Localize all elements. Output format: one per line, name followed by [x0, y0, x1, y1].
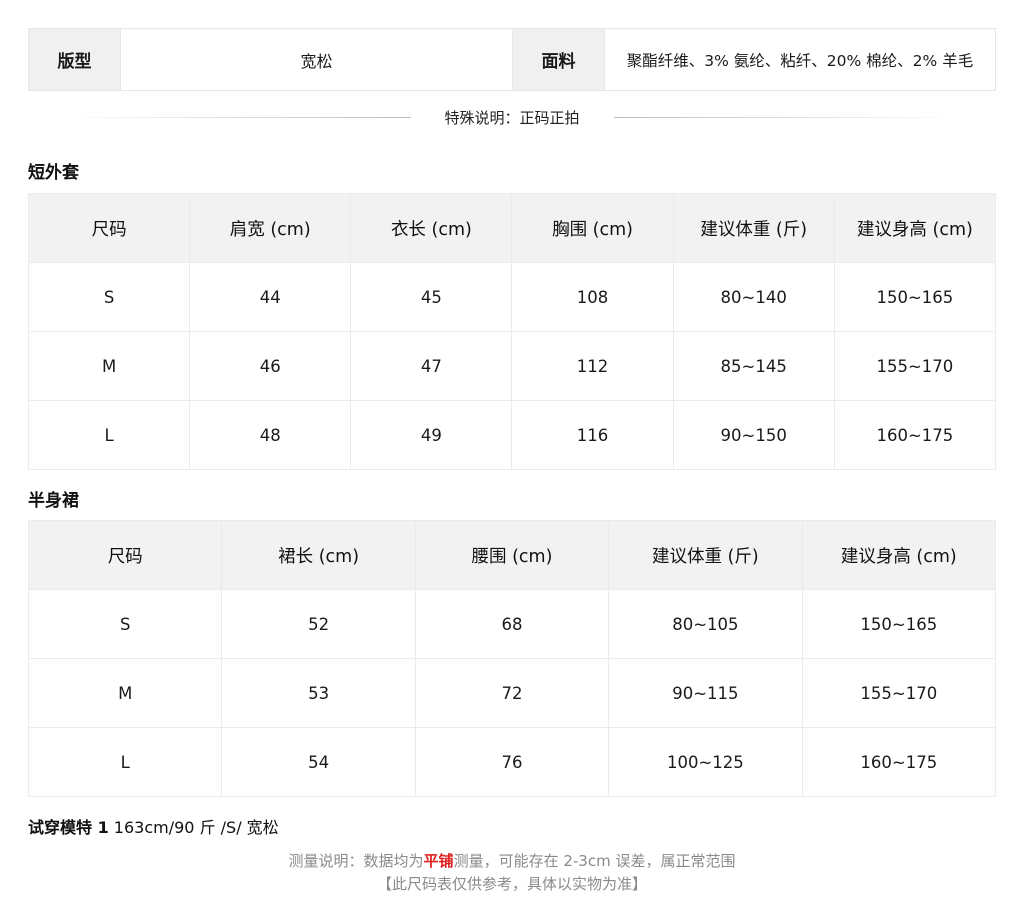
- style-label: 版型: [29, 29, 120, 90]
- note-highlight: 平铺: [423, 852, 454, 870]
- table-cell: 150~165: [833, 262, 997, 332]
- table-cell: 76: [414, 727, 610, 797]
- table-row: S 44 45 108 80~140 150~165: [27, 262, 997, 332]
- table-cell: L: [27, 400, 191, 470]
- table-cell: 160~175: [801, 727, 997, 797]
- column-header: 尺码: [27, 520, 223, 590]
- column-header: 胸围 (cm): [511, 193, 674, 263]
- skirt-size-table: 尺码 裙长 (cm) 腰围 (cm) 建议体重 (斤) 建议身高 (cm) S …: [27, 520, 997, 797]
- table-cell: S: [27, 589, 223, 659]
- measurement-note-line1: 测量说明：数据均为平铺测量，可能存在 2-3cm 误差，属正常范围: [0, 850, 1024, 873]
- table-cell: 150~165: [801, 589, 997, 659]
- model-value: 163cm/90 斤 /S/ 宽松: [108, 818, 279, 837]
- table-cell: M: [27, 658, 223, 728]
- table-cell: 49: [350, 400, 513, 470]
- fabric-label: 面料: [512, 29, 604, 90]
- table-header-row: 尺码 肩宽 (cm) 衣长 (cm) 胸围 (cm) 建议体重 (斤) 建议身高…: [27, 193, 997, 263]
- table-cell: 80~105: [608, 589, 803, 659]
- table-row: L 54 76 100~125 160~175: [27, 727, 997, 797]
- style-value: 宽松: [120, 29, 512, 90]
- spec-table: 版型 宽松 面料 聚酯纤维、3% 氨纶、粘纤、20% 棉纶、2% 羊毛: [28, 28, 996, 91]
- table-cell: 52: [221, 589, 416, 659]
- table-cell: 80~140: [672, 262, 835, 332]
- note-suffix: 测量，可能存在 2-3cm 误差，属正常范围: [453, 852, 736, 870]
- model-label: 试穿模特 1: [28, 818, 109, 837]
- table-cell: 46: [189, 331, 352, 401]
- table-cell: 44: [189, 262, 352, 332]
- measurement-note: 测量说明：数据均为平铺测量，可能存在 2-3cm 误差，属正常范围 【此尺码表仅…: [0, 850, 1024, 896]
- special-note: 特殊说明：正码正拍: [444, 108, 580, 127]
- special-note-row: 特殊说明：正码正拍: [60, 104, 965, 130]
- table-cell: 155~170: [833, 331, 997, 401]
- skirt-title: 半身裙: [28, 491, 79, 511]
- table-header-row: 尺码 裙长 (cm) 腰围 (cm) 建议体重 (斤) 建议身高 (cm): [27, 520, 997, 590]
- table-row: S 52 68 80~105 150~165: [27, 589, 997, 659]
- table-cell: 160~175: [833, 400, 997, 470]
- divider-left: [60, 116, 411, 118]
- table-cell: 90~115: [608, 658, 803, 728]
- table-cell: 100~125: [608, 727, 803, 797]
- table-row: M 53 72 90~115 155~170: [27, 658, 997, 728]
- column-header: 建议身高 (cm): [833, 193, 997, 263]
- measurement-note-line2: 【此尺码表仅供参考，具体以实物为准】: [376, 875, 647, 893]
- table-cell: 116: [511, 400, 674, 470]
- table-cell: L: [27, 727, 223, 797]
- jacket-size-table: 尺码 肩宽 (cm) 衣长 (cm) 胸围 (cm) 建议体重 (斤) 建议身高…: [27, 193, 997, 470]
- table-cell: 48: [189, 400, 352, 470]
- table-row: L 48 49 116 90~150 160~175: [27, 400, 997, 470]
- model-info: 试穿模特 1 163cm/90 斤 /S/ 宽松: [28, 814, 279, 838]
- jacket-title: 短外套: [28, 163, 79, 183]
- table-cell: 47: [350, 331, 513, 401]
- table-cell: 45: [350, 262, 513, 332]
- column-header: 衣长 (cm): [350, 193, 513, 263]
- table-cell: 108: [511, 262, 674, 332]
- table-cell: 155~170: [801, 658, 997, 728]
- table-cell: 72: [414, 658, 610, 728]
- column-header: 建议身高 (cm): [801, 520, 997, 590]
- table-cell: 90~150: [672, 400, 835, 470]
- divider-right: [613, 116, 965, 118]
- table-cell: 112: [511, 331, 674, 401]
- table-cell: M: [27, 331, 191, 401]
- note-prefix: 测量说明：数据均为: [288, 852, 424, 870]
- table-cell: 53: [221, 658, 416, 728]
- table-cell: 54: [221, 727, 416, 797]
- column-header: 裙长 (cm): [221, 520, 416, 590]
- column-header: 腰围 (cm): [414, 520, 610, 590]
- table-cell: 85~145: [672, 331, 835, 401]
- table-cell: 68: [414, 589, 610, 659]
- column-header: 建议体重 (斤): [608, 520, 803, 590]
- fabric-value: 聚酯纤维、3% 氨纶、粘纤、20% 棉纶、2% 羊毛: [604, 29, 995, 90]
- table-cell: S: [27, 262, 191, 332]
- column-header: 建议体重 (斤): [672, 193, 835, 263]
- column-header: 肩宽 (cm): [189, 193, 352, 263]
- table-row: M 46 47 112 85~145 155~170: [27, 331, 997, 401]
- column-header: 尺码: [27, 193, 191, 263]
